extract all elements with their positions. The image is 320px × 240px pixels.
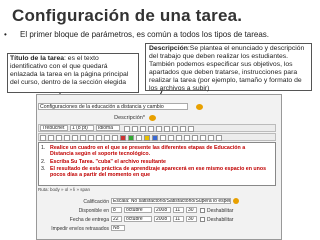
help-icon[interactable] xyxy=(149,115,156,121)
table-icon[interactable] xyxy=(176,135,182,141)
slide-title: Configuración de una tarea. xyxy=(12,6,243,25)
ltr-button[interactable] xyxy=(72,135,78,141)
indent-button[interactable] xyxy=(112,135,118,141)
name-row: Configuraciones de la educación a distan… xyxy=(38,103,188,110)
description-item-2: Escriba Su Tarea. "cuba" el archivo resu… xyxy=(50,159,166,165)
redo-button[interactable] xyxy=(188,126,194,132)
item-number-2: 2. xyxy=(41,159,46,165)
font-select[interactable]: Trebuchet xyxy=(40,125,68,131)
editor-path: Ruta: body » ol » li » span xyxy=(38,187,91,192)
html-source-button[interactable] xyxy=(208,135,214,141)
text-color-button[interactable] xyxy=(120,135,126,141)
due-disable-checkbox[interactable] xyxy=(200,217,205,222)
grade-label: Calificación xyxy=(83,199,109,205)
fullscreen-button[interactable] xyxy=(216,135,222,141)
undo-button[interactable] xyxy=(180,126,186,132)
name-input[interactable]: Configuraciones de la educación a distan… xyxy=(38,103,188,110)
available-minute[interactable]: 30 xyxy=(186,207,197,213)
align-right-button[interactable] xyxy=(56,135,62,141)
image-icon[interactable] xyxy=(168,135,174,141)
description-label: Descripción* xyxy=(114,115,145,121)
available-hour[interactable]: 11 xyxy=(173,207,184,213)
italic-button[interactable] xyxy=(132,126,138,132)
align-left-button[interactable] xyxy=(40,135,46,141)
assignment-form-screenshot: Configuraciones de la educación a distan… xyxy=(36,94,282,240)
outdent-button[interactable] xyxy=(104,135,110,141)
size-select[interactable]: 1 (8 pt) xyxy=(70,125,94,131)
available-year[interactable]: 2008 xyxy=(154,207,171,213)
available-month[interactable]: octubre xyxy=(124,207,152,213)
available-disable-label: Deshabilitar xyxy=(207,208,234,214)
underline-button[interactable] xyxy=(140,126,146,132)
anchor-icon[interactable] xyxy=(144,135,150,141)
align-center-button[interactable] xyxy=(48,135,54,141)
available-disable-checkbox[interactable] xyxy=(200,208,205,213)
clean-button[interactable] xyxy=(172,126,178,132)
due-day[interactable]: 22 xyxy=(111,216,122,222)
strike-button[interactable] xyxy=(148,126,154,132)
grade-help-icon[interactable] xyxy=(233,198,239,204)
due-minute[interactable]: 30 xyxy=(186,216,197,222)
editor-toolbar-1: Trebuchet 1 (8 pt) Idioma xyxy=(38,124,276,132)
slide-subtitle: El primer bloque de parámetros, es común… xyxy=(20,30,270,39)
subscript-button[interactable] xyxy=(156,126,162,132)
due-year[interactable]: 2008 xyxy=(154,216,171,222)
special-char-button[interactable] xyxy=(192,135,198,141)
hr-button[interactable] xyxy=(136,135,142,141)
name-help-icon[interactable] xyxy=(196,104,203,110)
title-callout: Título de la tarea: es el texto identifi… xyxy=(7,53,139,93)
due-disable-label: Deshabilitar xyxy=(207,217,234,223)
bold-button[interactable] xyxy=(124,126,130,132)
justify-button[interactable] xyxy=(64,135,70,141)
item-number-1: 1. xyxy=(41,145,46,151)
description-callout-term: Descripción xyxy=(149,45,188,52)
bg-color-button[interactable] xyxy=(128,135,134,141)
title-callout-term: Título de la tarea xyxy=(10,55,65,62)
description-callout: Descripción:Se plantea el enunciado y de… xyxy=(145,43,312,92)
description-item-1: Realice un cuadro en el que se presente … xyxy=(50,145,246,158)
description-editor[interactable]: 1. Realice un cuadro en el que se presen… xyxy=(38,142,276,186)
bullet-marker: • xyxy=(4,30,7,39)
unordered-list-button[interactable] xyxy=(96,135,102,141)
smiley-icon[interactable] xyxy=(184,135,190,141)
superscript-button[interactable] xyxy=(164,126,170,132)
description-callout-text: :Se plantea el enunciado y descripción d… xyxy=(149,45,305,92)
unlink-button[interactable] xyxy=(160,135,166,141)
search-icon[interactable] xyxy=(200,135,206,141)
language-select[interactable]: Idioma xyxy=(96,125,120,131)
description-item-3: El resultado de esta práctica de aprendi… xyxy=(50,166,267,179)
rtl-button[interactable] xyxy=(80,135,86,141)
available-label: Disponible en xyxy=(78,208,109,214)
late-submissions-label: Impedir envíos retrasados xyxy=(51,226,109,232)
ordered-list-button[interactable] xyxy=(88,135,94,141)
editor-toolbar-2 xyxy=(38,133,276,141)
late-submissions-select[interactable]: No xyxy=(111,225,125,231)
due-month[interactable]: octubre xyxy=(124,216,152,222)
item-number-3: 3. xyxy=(41,166,46,172)
link-icon[interactable] xyxy=(152,135,158,141)
due-label: Fecha de entrega xyxy=(69,217,109,223)
due-hour[interactable]: 11 xyxy=(173,216,184,222)
available-day[interactable]: 8 xyxy=(111,207,122,213)
grade-select[interactable]: Escala: No satisfactorio/Satisfactorio/S… xyxy=(111,198,231,204)
